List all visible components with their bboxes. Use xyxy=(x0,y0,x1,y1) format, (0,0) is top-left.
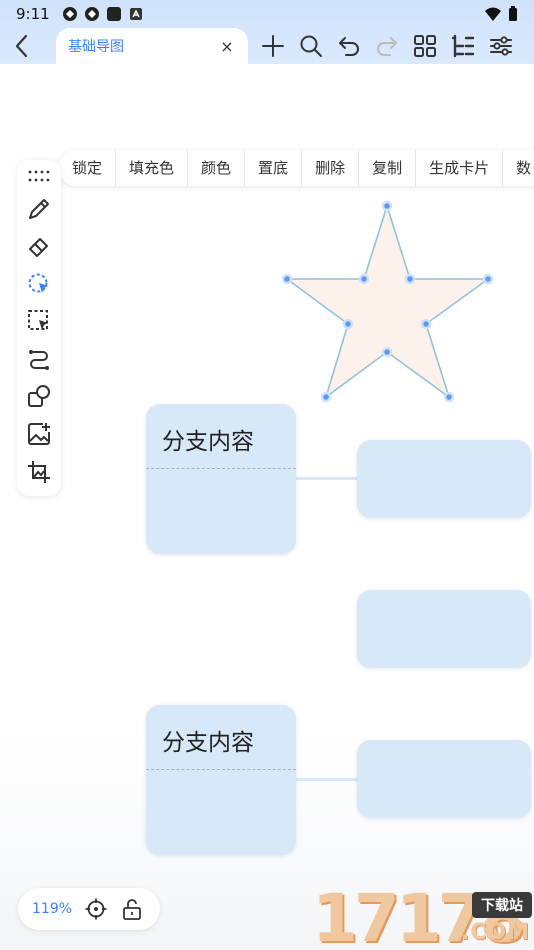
grid-icon xyxy=(414,35,436,57)
menu-item-color[interactable]: 颜色 xyxy=(188,150,246,186)
box-select-icon xyxy=(28,310,48,330)
grid-view-button[interactable] xyxy=(412,33,438,59)
settings-button[interactable] xyxy=(488,33,514,59)
node-divider xyxy=(146,769,296,770)
undo-icon xyxy=(339,37,359,56)
top-toolbar xyxy=(260,30,514,62)
back-button[interactable] xyxy=(8,30,36,62)
status-system-icons xyxy=(484,6,518,22)
zoom-control: 119% xyxy=(18,888,160,930)
menu-item-copy[interactable]: 复制 xyxy=(359,150,417,186)
status-bar: 9:11 xyxy=(0,0,534,28)
undo-button[interactable] xyxy=(336,33,362,59)
star-shape[interactable] xyxy=(276,198,498,408)
connector-tool-button[interactable] xyxy=(25,345,53,373)
menu-item-send-to-back[interactable]: 置底 xyxy=(245,150,303,186)
sub-node[interactable] xyxy=(357,740,531,818)
menu-item-generate-card[interactable]: 生成卡片 xyxy=(416,150,504,186)
app-notification-icon xyxy=(129,8,142,20)
menu-item-lock[interactable]: 锁定 xyxy=(58,150,117,186)
node-divider xyxy=(146,468,296,469)
outline-icon xyxy=(451,34,475,58)
context-menu: 锁定 填充色 颜色 置底 删除 复制 生成卡片 数 xyxy=(58,150,534,186)
lasso-select-icon xyxy=(28,273,48,293)
sub-node[interactable] xyxy=(357,440,531,518)
redo-button[interactable] xyxy=(374,33,400,59)
tool-panel xyxy=(17,160,61,496)
branch-node-title: 分支内容 xyxy=(162,730,254,756)
branch-node[interactable]: 分支内容 xyxy=(146,705,296,855)
shape-icon xyxy=(28,385,50,407)
drag-dots-icon xyxy=(28,170,50,182)
close-tab-button[interactable]: × xyxy=(218,37,236,56)
connector-icon xyxy=(29,350,49,370)
star-polygon xyxy=(284,203,491,400)
zoom-level[interactable]: 119% xyxy=(32,901,72,917)
branch-node-title: 分支内容 xyxy=(162,429,254,455)
image-frame-icon xyxy=(28,461,50,483)
branch-node[interactable]: 分支内容 xyxy=(146,404,296,554)
wifi-icon xyxy=(485,7,501,21)
drag-handle[interactable] xyxy=(25,162,53,190)
sliders-icon xyxy=(490,36,512,56)
status-notification-icons xyxy=(62,6,144,22)
add-image-icon xyxy=(28,423,50,445)
document-tab[interactable]: 基础导图 × xyxy=(56,28,248,64)
app-bar: 基础导图 × xyxy=(0,28,534,64)
locate-icon xyxy=(85,898,107,920)
box-select-button[interactable] xyxy=(25,307,53,335)
insert-image-button[interactable] xyxy=(25,420,53,448)
eraser-icon xyxy=(29,238,48,257)
lock-toggle-button[interactable] xyxy=(120,897,144,921)
redo-icon xyxy=(377,37,397,56)
app-notification-icon xyxy=(84,7,99,21)
shape-tool-button[interactable] xyxy=(25,382,53,410)
search-icon xyxy=(300,35,322,57)
app-notification-icon xyxy=(62,7,77,21)
app-notification-icon xyxy=(106,7,121,21)
pen-tool-button[interactable] xyxy=(25,195,53,223)
branch-connector xyxy=(294,778,358,781)
site-watermark: 17178 下载站 .COM xyxy=(312,880,534,950)
sub-node[interactable] xyxy=(357,590,531,668)
mindmap-canvas[interactable]: 锁定 填充色 颜色 置底 删除 复制 生成卡片 数 分支内容 分支内容 xyxy=(0,64,534,950)
lasso-select-button[interactable] xyxy=(25,270,53,298)
menu-item-fill-color[interactable]: 填充色 xyxy=(116,150,189,186)
search-button[interactable] xyxy=(298,33,324,59)
menu-item-delete[interactable]: 删除 xyxy=(302,150,360,186)
add-button[interactable] xyxy=(260,33,286,59)
menu-item-truncated[interactable]: 数 xyxy=(503,150,534,186)
battery-icon xyxy=(509,6,517,21)
outline-button[interactable] xyxy=(450,33,476,59)
chevron-left-icon xyxy=(15,34,28,58)
status-time: 9:11 xyxy=(16,5,50,23)
pen-icon xyxy=(29,199,49,219)
unlock-icon xyxy=(123,899,141,920)
watermark-domain: .COM xyxy=(460,920,530,945)
eraser-tool-button[interactable] xyxy=(25,232,53,260)
document-tab-title: 基础导图 xyxy=(68,39,124,55)
locate-button[interactable] xyxy=(84,897,108,921)
watermark-badge: 下载站 xyxy=(472,892,532,918)
plus-icon xyxy=(262,35,284,57)
image-frame-button[interactable] xyxy=(25,458,53,486)
branch-connector xyxy=(294,477,358,480)
